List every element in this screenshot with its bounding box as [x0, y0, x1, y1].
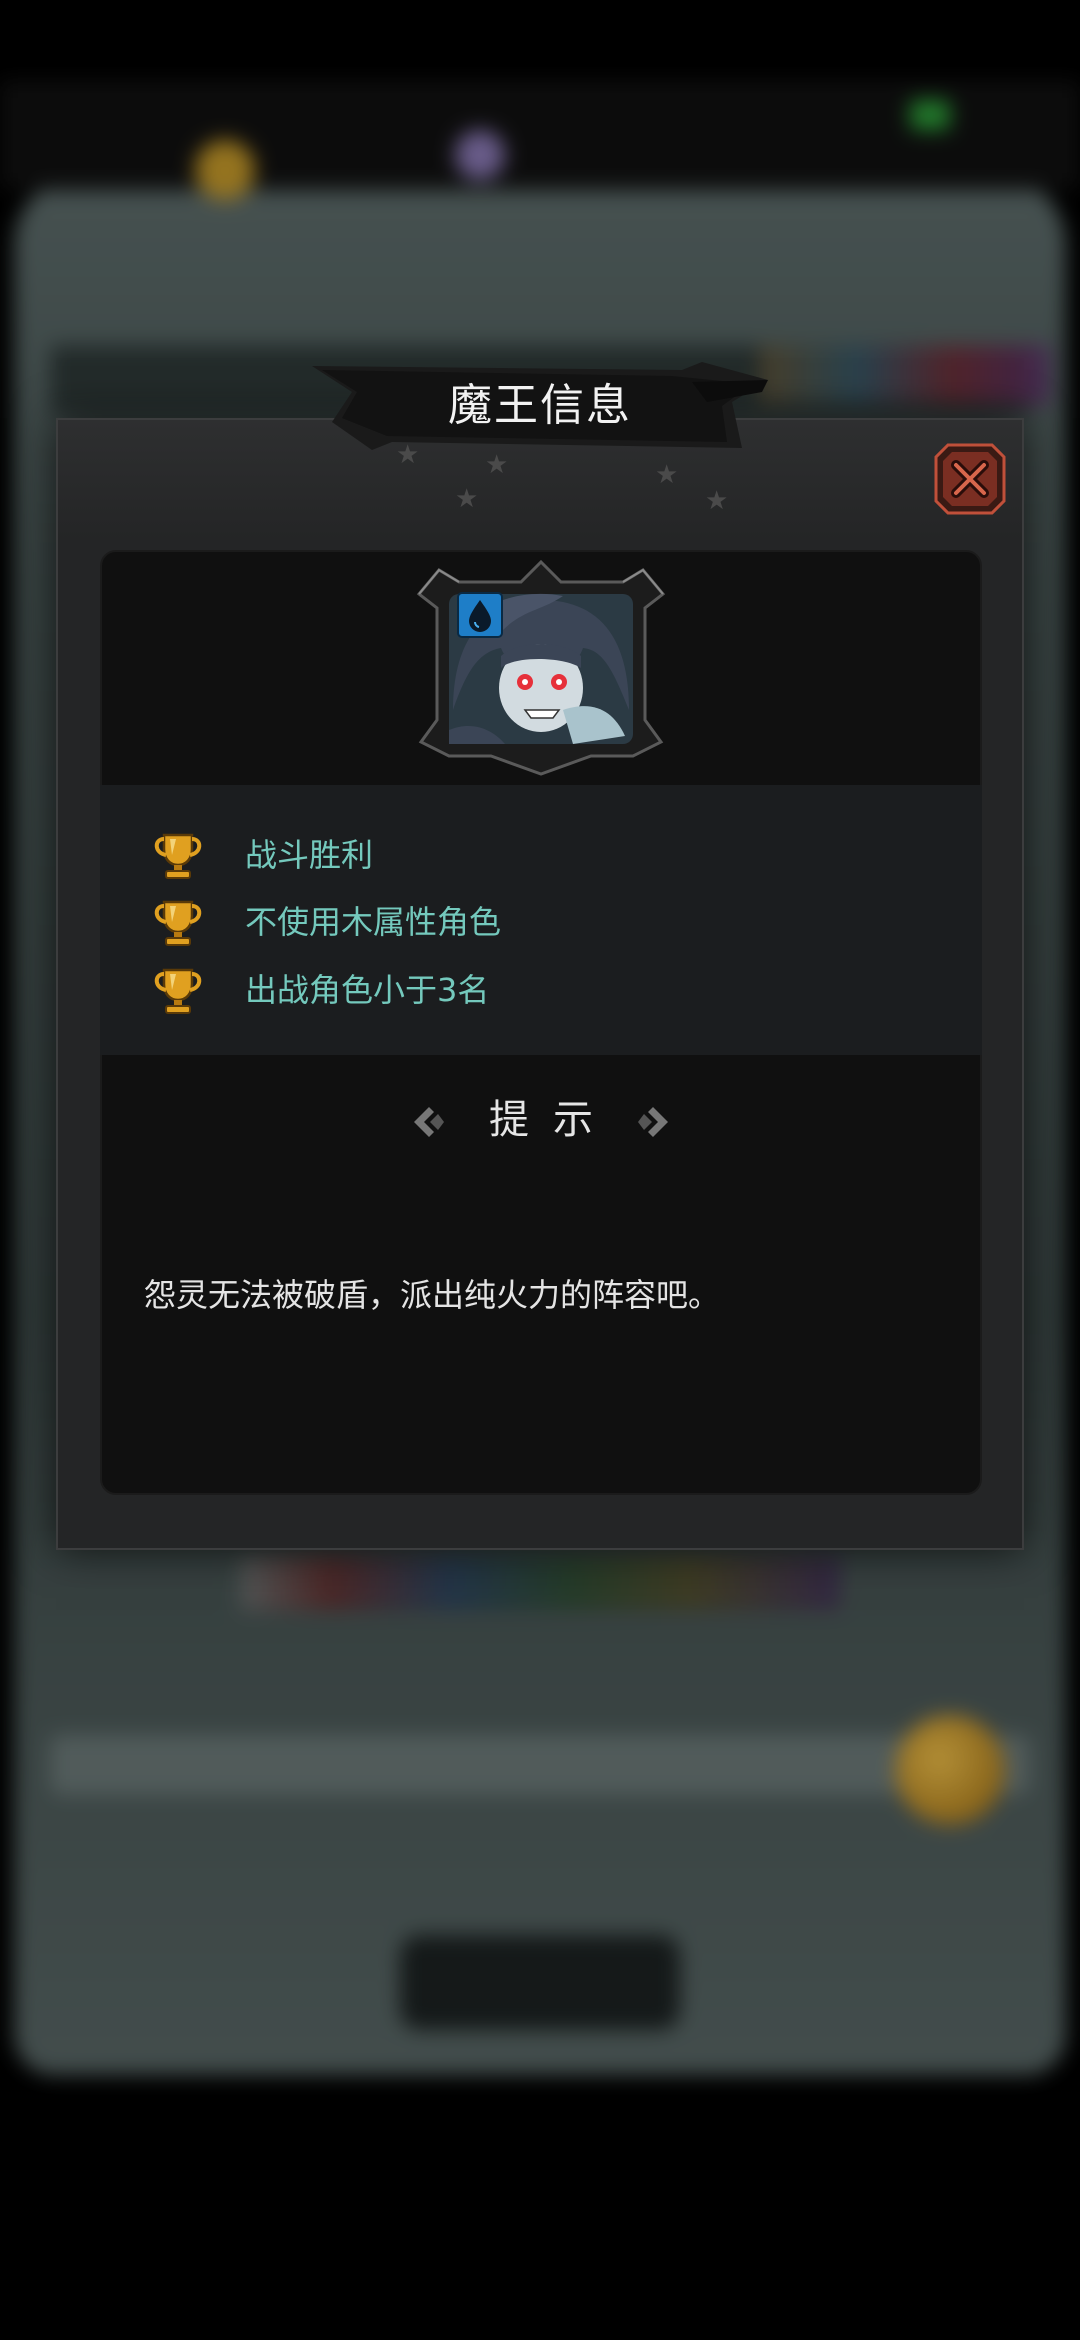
trophy-icon [154, 833, 202, 879]
boss-portrait [413, 559, 669, 776]
close-icon [934, 443, 1006, 515]
condition-item: 出战角色小于3名 [100, 960, 982, 1020]
condition-label: 战斗胜利 [245, 836, 374, 874]
close-button[interactable] [934, 443, 1006, 515]
hint-header: 提示 [100, 1085, 982, 1155]
star-decoration-icon: ★ [655, 460, 679, 490]
condition-item: 不使用木属性角色 [100, 892, 982, 952]
trophy-icon [154, 900, 202, 946]
hint-title: 提示 [489, 1097, 617, 1143]
condition-label: 不使用木属性角色 [245, 903, 502, 941]
condition-item: 战斗胜利 [100, 825, 982, 885]
trophy-icon [154, 968, 202, 1014]
title-banner: 魔王信息 [312, 362, 768, 450]
diamond-arrow-right-icon [638, 1107, 668, 1137]
star-decoration-icon: ★ [485, 450, 509, 480]
water-drop-icon [457, 592, 503, 638]
hint-text: 怨灵无法被破盾，派出纯火力的阵容吧。 [144, 1276, 721, 1314]
victory-conditions: 战斗胜利 不使用木属性角色 出战角色小于3名 [100, 785, 982, 1055]
condition-label: 出战角色小于3名 [245, 971, 490, 1009]
star-decoration-icon: ★ [705, 486, 729, 516]
modal-title: 魔王信息 [448, 380, 632, 431]
star-decoration-icon: ★ [455, 484, 479, 514]
